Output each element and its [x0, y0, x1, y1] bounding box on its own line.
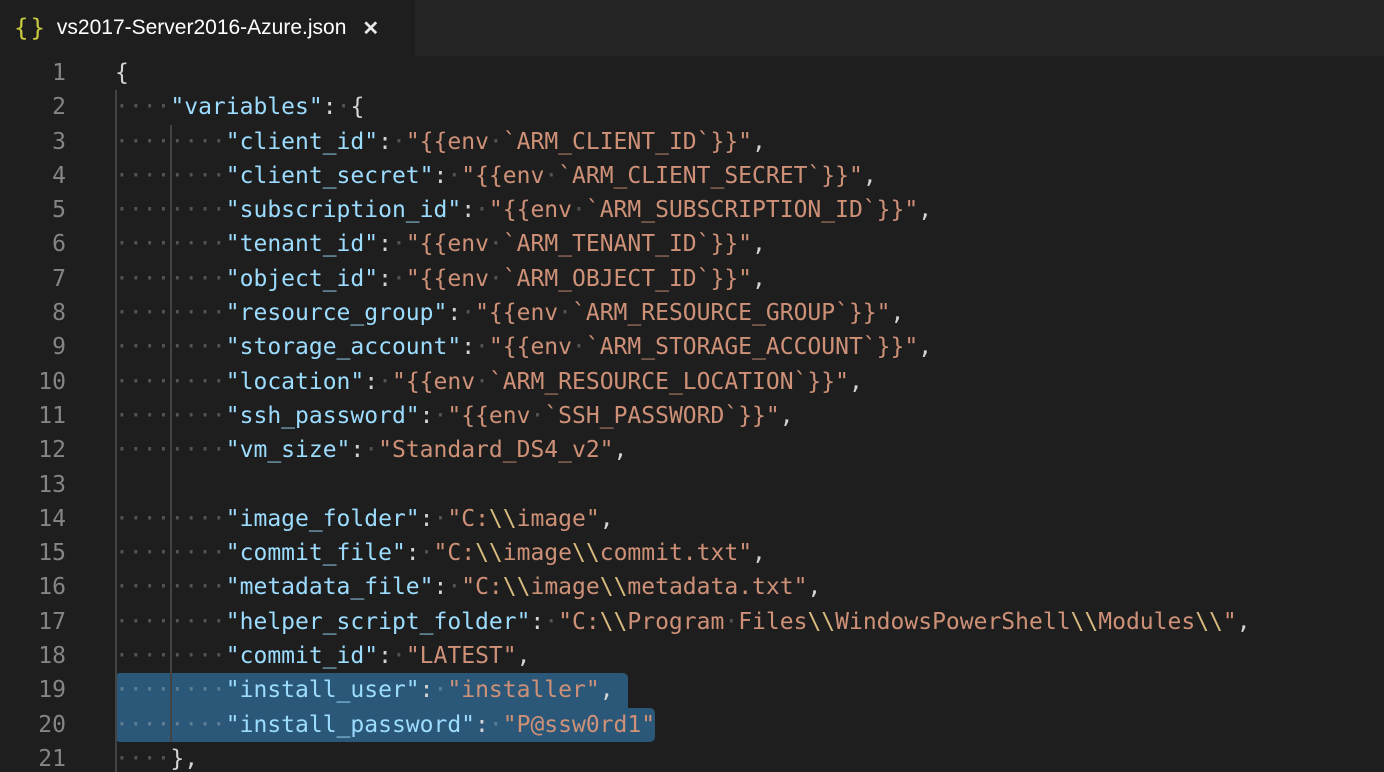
line-number[interactable]: 21: [0, 742, 66, 772]
code-line[interactable]: 20 ········"install_password":·"P@ssw0rd1…: [0, 708, 1384, 742]
code-text: ····},: [115, 742, 198, 772]
line-number[interactable]: 7: [0, 262, 66, 296]
code-line[interactable]: 8 ········"resource_group":·"{{env·`ARM_R…: [0, 296, 1384, 330]
code-text: ········"resource_group":·"{{env·`ARM_RE…: [115, 296, 904, 330]
tab-bar: {} vs2017-Server2016-Azure.json ✕: [0, 0, 1384, 56]
code-text: ········"object_id":·"{{env·`ARM_OBJECT_…: [115, 262, 766, 296]
code-line[interactable]: 11 ········"ssh_password":·"{{env·`SSH_PA…: [0, 399, 1384, 433]
code-line[interactable]: 5 ········"subscription_id":·"{{env·`ARM_…: [0, 193, 1384, 227]
line-number[interactable]: 6: [0, 227, 66, 261]
line-number[interactable]: 10: [0, 365, 66, 399]
code-text: ········"client_id":·"{{env·`ARM_CLIENT_…: [115, 125, 766, 159]
code-line[interactable]: 6 ········"tenant_id":·"{{env·`ARM_TENANT…: [0, 227, 1384, 261]
line-number[interactable]: 12: [0, 433, 66, 467]
line-number[interactable]: 13: [0, 468, 66, 502]
code-text: ········"vm_size":·"Standard_DS4_v2",: [115, 433, 627, 467]
code-line[interactable]: 10 ········"location":·"{{env·`ARM_RESOUR…: [0, 365, 1384, 399]
line-number[interactable]: 19: [0, 673, 66, 707]
code-line[interactable]: 13: [0, 468, 1384, 502]
code-text: {: [115, 56, 129, 90]
code-line[interactable]: 7 ········"object_id":·"{{env·`ARM_OBJECT…: [0, 262, 1384, 296]
line-number[interactable]: 14: [0, 502, 66, 536]
code-line[interactable]: 19 ········"install_user":·"installer",: [0, 673, 1384, 707]
code-line[interactable]: 4 ········"client_secret":·"{{env·`ARM_CL…: [0, 159, 1384, 193]
code-line[interactable]: 9 ········"storage_account":·"{{env·`ARM_…: [0, 330, 1384, 364]
code-line[interactable]: 17 ········"helper_script_folder":·"C:\\P…: [0, 605, 1384, 639]
code-text: ········"ssh_password":·"{{env·`SSH_PASS…: [115, 399, 794, 433]
line-number[interactable]: 11: [0, 399, 66, 433]
vscode-window: {} vs2017-Server2016-Azure.json ✕ 1{2···…: [0, 0, 1384, 772]
code-text: ········"commit_id":·"LATEST",: [115, 639, 530, 673]
code-line[interactable]: 16 ········"metadata_file":·"C:\\image\\m…: [0, 570, 1384, 604]
code-editor[interactable]: 1{2····"variables":·{3········"client_id…: [0, 56, 1384, 772]
code-text: ········"commit_file":·"C:\\image\\commi…: [115, 536, 766, 570]
line-number[interactable]: 20: [0, 708, 66, 742]
code-text: ········"helper_script_folder":·"C:\\Pro…: [115, 605, 1251, 639]
line-number[interactable]: 18: [0, 639, 66, 673]
code-text: ········"location":·"{{env·`ARM_RESOURCE…: [115, 365, 863, 399]
code-line[interactable]: 12 ········"vm_size":·"Standard_DS4_v2",: [0, 433, 1384, 467]
code-line[interactable]: 18 ········"commit_id":·"LATEST",: [0, 639, 1384, 673]
code-lines: 1{2····"variables":·{3········"client_id…: [0, 56, 1384, 772]
line-number[interactable]: 5: [0, 193, 66, 227]
line-number[interactable]: 2: [0, 90, 66, 124]
line-number[interactable]: 8: [0, 296, 66, 330]
code-text: ····"variables":·{: [115, 90, 364, 124]
line-number[interactable]: 17: [0, 605, 66, 639]
tab-title: vs2017-Server2016-Azure.json: [57, 16, 347, 40]
code-line[interactable]: 3 ········"client_id":·"{{env·`ARM_CLIENT…: [0, 125, 1384, 159]
code-text: ········"image_folder":·"C:\\image",: [115, 502, 614, 536]
code-text: ········"install_password":·"P@ssw0rd1": [115, 708, 655, 742]
code-text: ········"storage_account":·"{{env·`ARM_S…: [115, 330, 932, 364]
code-line[interactable]: 21 ····},: [0, 742, 1384, 772]
line-number[interactable]: 4: [0, 159, 66, 193]
code-text: ········"install_user":·"installer",: [115, 673, 614, 707]
code-line[interactable]: 14 ········"image_folder":·"C:\\image",: [0, 502, 1384, 536]
tab-vs2017-server2016-azure[interactable]: {} vs2017-Server2016-Azure.json ✕: [0, 0, 415, 56]
code-text: ········"client_secret":·"{{env·`ARM_CLI…: [115, 159, 877, 193]
code-line[interactable]: 15 ········"commit_file":·"C:\\image\\com…: [0, 536, 1384, 570]
code-text: ········"metadata_file":·"C:\\image\\met…: [115, 570, 821, 604]
line-number[interactable]: 15: [0, 536, 66, 570]
json-file-icon: {}: [14, 14, 47, 42]
line-number[interactable]: 1: [0, 56, 66, 90]
line-number[interactable]: 16: [0, 570, 66, 604]
code-text: ········"tenant_id":·"{{env·`ARM_TENANT_…: [115, 227, 766, 261]
line-number[interactable]: 3: [0, 125, 66, 159]
code-text: ········"subscription_id":·"{{env·`ARM_S…: [115, 193, 932, 227]
line-number[interactable]: 9: [0, 330, 66, 364]
code-line[interactable]: 1{: [0, 56, 1384, 90]
close-icon[interactable]: ✕: [362, 16, 379, 41]
code-line[interactable]: 2 ····"variables":·{: [0, 90, 1384, 124]
